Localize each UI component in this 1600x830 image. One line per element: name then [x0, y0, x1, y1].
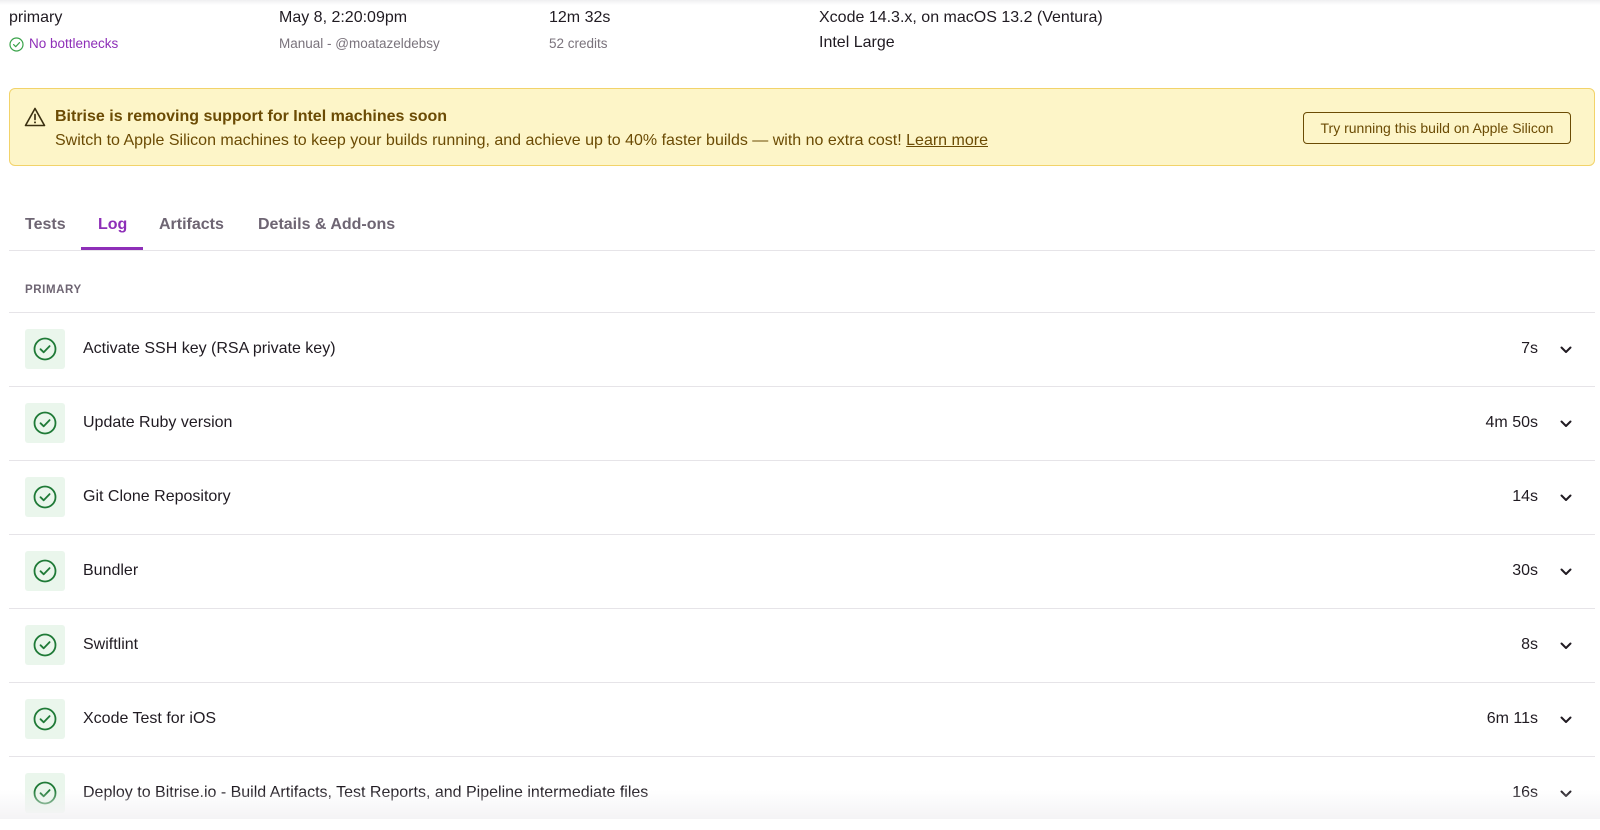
step-duration: 14s — [1512, 488, 1538, 505]
check-circle-icon — [9, 36, 24, 52]
build-tabs: Tests Log Artifacts Details & Add-ons — [9, 208, 1595, 251]
step-list: Activate SSH key (RSA private key) 7s Up… — [9, 312, 1595, 830]
step-duration: 30s — [1512, 562, 1538, 579]
step-name: Deploy to Bitrise.io - Build Artifacts, … — [83, 784, 649, 801]
step-status — [25, 477, 65, 517]
success-check-icon — [33, 411, 57, 435]
chevron-down-icon[interactable] — [1559, 787, 1573, 801]
success-check-icon — [33, 633, 57, 657]
trigger-info: Manual - @moatazeldebsy — [279, 36, 440, 51]
chevron-down-icon[interactable] — [1559, 417, 1573, 431]
step-row[interactable]: Git Clone Repository 14s — [9, 460, 1595, 534]
stack-info: Xcode 14.3.x, on macOS 13.2 (Ventura) — [819, 9, 1103, 26]
machine-type: Intel Large — [819, 34, 895, 51]
step-status — [25, 329, 65, 369]
step-row[interactable]: Xcode Test for iOS 6m 11s — [9, 682, 1595, 756]
banner-text: Switch to Apple Silicon machines to keep… — [55, 132, 902, 149]
step-row[interactable]: Swiftlint 8s — [9, 608, 1595, 682]
step-status — [25, 551, 65, 591]
started-column: May 8, 2:20:09pm Manual - @moatazeldebsy — [279, 8, 440, 53]
active-tab-indicator — [81, 247, 143, 250]
success-check-icon — [33, 559, 57, 583]
chevron-down-icon[interactable] — [1559, 639, 1573, 653]
step-name: Swiftlint — [83, 636, 139, 653]
tab-details-addons[interactable]: Details & Add-ons — [258, 216, 395, 234]
step-status — [25, 773, 65, 813]
banner-title: Bitrise is removing support for Intel ma… — [55, 108, 448, 125]
workflow-column: primary No bottlenecks — [9, 8, 118, 53]
success-check-icon — [33, 337, 57, 361]
step-name: Xcode Test for iOS — [83, 710, 217, 727]
step-duration: 6m 11s — [1486, 710, 1538, 727]
step-row[interactable]: Update Ruby version 4m 50s — [9, 386, 1595, 460]
started-at: May 8, 2:20:09pm — [279, 9, 408, 26]
tab-tests[interactable]: Tests — [25, 216, 66, 234]
credits-used: 52 credits — [549, 36, 608, 51]
step-duration: 4m 50s — [1485, 414, 1538, 431]
chevron-down-icon[interactable] — [1559, 491, 1573, 505]
top-shadow — [0, 0, 1600, 5]
duration-column: 12m 32s 52 credits — [549, 8, 610, 53]
warning-triangle-icon — [24, 107, 46, 127]
try-apple-silicon-button[interactable]: Try running this build on Apple Silicon — [1303, 112, 1571, 144]
chevron-down-icon[interactable] — [1559, 343, 1573, 357]
tab-log[interactable]: Log — [98, 216, 127, 234]
success-check-icon — [33, 707, 57, 731]
tab-artifacts[interactable]: Artifacts — [159, 216, 224, 234]
chevron-down-icon[interactable] — [1559, 713, 1573, 727]
step-duration: 7s — [1521, 340, 1538, 357]
log-section-label: PRIMARY — [25, 284, 82, 296]
step-name: Bundler — [83, 562, 139, 579]
step-duration: 8s — [1521, 636, 1538, 653]
chevron-down-icon[interactable] — [1559, 565, 1573, 579]
banner-message: Switch to Apple Silicon machines to keep… — [55, 132, 988, 150]
learn-more-link[interactable]: Learn more — [906, 132, 988, 149]
build-duration: 12m 32s — [549, 9, 611, 26]
bottleneck-label: No bottlenecks — [29, 36, 119, 51]
success-check-icon — [33, 781, 57, 805]
workflow-name: primary — [9, 9, 63, 26]
success-check-icon — [33, 485, 57, 509]
bottleneck-status[interactable]: No bottlenecks — [9, 35, 118, 53]
step-name: Git Clone Repository — [83, 488, 231, 505]
intel-deprecation-banner: Bitrise is removing support for Intel ma… — [9, 88, 1595, 166]
step-status — [25, 403, 65, 443]
step-name: Activate SSH key (RSA private key) — [83, 340, 336, 357]
step-duration: 16s — [1512, 784, 1538, 801]
step-status — [25, 699, 65, 739]
step-status — [25, 625, 65, 665]
step-name: Update Ruby version — [83, 414, 233, 431]
step-row[interactable]: Activate SSH key (RSA private key) 7s — [9, 312, 1595, 386]
step-row[interactable]: Bundler 30s — [9, 534, 1595, 608]
stack-column: Xcode 14.3.x, on macOS 13.2 (Ventura) In… — [819, 8, 1103, 53]
